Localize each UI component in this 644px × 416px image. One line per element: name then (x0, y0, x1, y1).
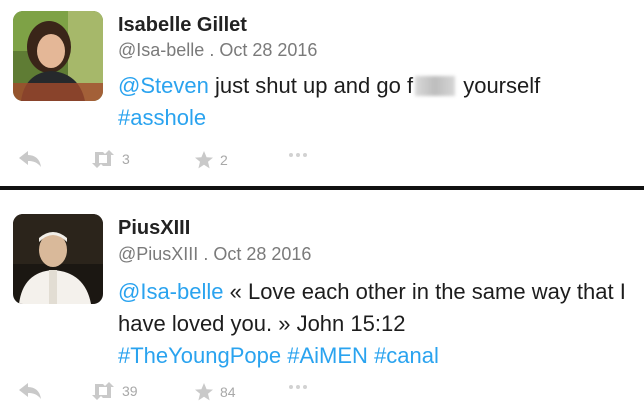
tweet-piusxiii: PiusXIII @PiusXIII . Oct 28 2016 @Isa-be… (0, 190, 644, 416)
tweet-meta: @PiusXIII . Oct 28 2016 (118, 244, 311, 265)
author-handle[interactable]: @PiusXIII (118, 244, 198, 264)
hashtag-link[interactable]: #asshole (118, 105, 206, 130)
author-name[interactable]: Isabelle Gillet (118, 14, 247, 37)
tweet-date: . Oct 28 2016 (209, 40, 318, 60)
tweet-date: . Oct 28 2016 (203, 244, 312, 264)
author-handle[interactable]: @Isa-belle (118, 40, 204, 60)
star-icon (195, 151, 213, 169)
favorite-button[interactable]: 2 (194, 150, 228, 170)
author-name[interactable]: PiusXIII (118, 217, 190, 240)
hashtag-link[interactable]: #TheYoungPope (118, 343, 281, 368)
hashtag-link[interactable]: #AiMEN (287, 343, 368, 368)
avatar-piusxiii[interactable] (13, 214, 103, 304)
favorite-count: 84 (220, 384, 236, 400)
tweet-text-part: yourself (457, 73, 541, 98)
reply-icon (19, 383, 41, 399)
mention-link[interactable]: @Steven (118, 73, 209, 98)
tweet-meta: @Isa-belle . Oct 28 2016 (118, 40, 317, 61)
retweet-icon (92, 382, 114, 400)
retweet-count: 3 (122, 151, 130, 167)
star-icon (195, 383, 213, 401)
more-button[interactable] (288, 150, 308, 160)
reply-button[interactable] (18, 150, 42, 168)
reply-icon (19, 151, 41, 167)
retweet-count: 39 (122, 383, 138, 399)
retweet-button[interactable]: 3 (90, 150, 130, 168)
more-icon (289, 153, 307, 157)
tweet-text: @Isa-belle « Love each other in the same… (118, 276, 638, 372)
more-icon (289, 385, 307, 389)
favorite-button[interactable]: 84 (194, 382, 236, 402)
tweet-text-part: just shut up and go f (208, 73, 414, 98)
reply-button[interactable] (18, 382, 42, 400)
censor-blur (415, 76, 456, 96)
hashtag-link[interactable]: #canal (374, 343, 439, 368)
tweet-isabelle: Isabelle Gillet @Isa-belle . Oct 28 2016… (0, 0, 644, 186)
tweet-text: @Steven just shut up and go f yourself #… (118, 70, 638, 134)
retweet-button[interactable]: 39 (90, 382, 138, 400)
retweet-icon (92, 150, 114, 168)
more-button[interactable] (288, 382, 308, 392)
favorite-count: 2 (220, 152, 228, 168)
avatar-isabelle[interactable] (13, 11, 103, 101)
mention-link[interactable]: @Isa-belle (118, 279, 224, 304)
